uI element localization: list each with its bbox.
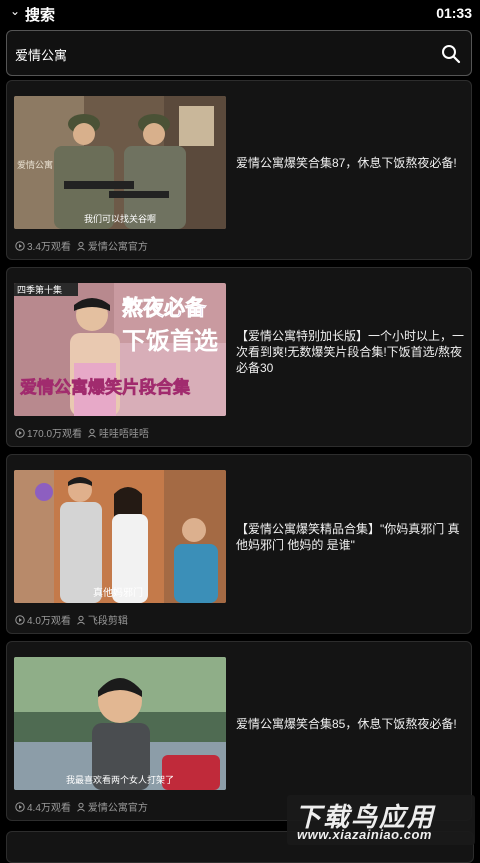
thumb-caption: 我们可以找关谷啊: [84, 213, 156, 225]
video-card[interactable]: 四季第十集 熬夜必备 下饭首选 爱情公寓爆笑片段合集 【爱情公寓特别加长版】一个…: [6, 267, 472, 447]
user-icon: [77, 241, 85, 251]
video-meta: 3.4万观看 爱情公寓官方: [15, 238, 148, 253]
user-icon: [77, 615, 85, 625]
author-name[interactable]: 爱情公寓官方: [88, 238, 148, 253]
video-meta: 170.0万观看 哇哇唔哇唔: [15, 425, 149, 440]
thumb-overlay-1: 熬夜必备: [122, 296, 207, 320]
video-card[interactable]: 我最喜欢看两个女人打架了 爱情公寓爆笑合集85，休息下饭熬夜必备! 4.4万观看…: [6, 641, 472, 821]
view-count: 4.0万观看: [27, 616, 71, 627]
user-icon: [77, 802, 85, 812]
video-thumbnail[interactable]: 四季第十集 熬夜必备 下饭首选 爱情公寓爆笑片段合集: [14, 283, 226, 416]
author-name[interactable]: 飞段剪辑: [88, 612, 128, 627]
author-name[interactable]: 爱情公寓官方: [88, 799, 148, 814]
video-title[interactable]: 爱情公寓爆笑合集87，休息下饭熬夜必备!: [236, 155, 466, 171]
thumb-overlay-2: 下饭首选: [122, 327, 218, 355]
video-title[interactable]: 【爱情公寓特别加长版】一个小时以上，一次看到爽!无数爆笑片段合集!下饭首选/熬夜…: [236, 328, 466, 376]
thumb-caption: 我最喜欢看两个女人打架了: [66, 774, 174, 786]
thumb-badge: 四季第十集: [17, 284, 62, 296]
thumb-tag: 爱情公寓: [17, 159, 53, 171]
search-icon[interactable]: [441, 44, 461, 64]
search-box[interactable]: 爱情公寓: [6, 30, 472, 76]
video-meta: 4.0万观看 飞段剪辑: [15, 612, 128, 627]
author-name[interactable]: 哇哇唔哇唔: [99, 425, 149, 440]
video-thumbnail[interactable]: 真他妈邪门: [14, 470, 226, 603]
play-count-icon: [15, 427, 25, 438]
video-title[interactable]: 爱情公寓爆笑合集85，休息下饭熬夜必备!: [236, 716, 466, 732]
status-time: 01:33: [436, 5, 472, 21]
top-bar: ⌄ 搜索 01:33: [0, 0, 480, 28]
view-count: 3.4万观看: [27, 242, 71, 253]
video-thumbnail[interactable]: 爱情公寓 我们可以找关谷啊: [14, 96, 226, 229]
video-title[interactable]: 【爱情公寓爆笑精品合集】"你妈真邪门 真他妈邪门 他妈的 是谁": [236, 521, 466, 553]
thumb-caption: 真他妈邪门: [93, 586, 143, 599]
back-chevron-icon[interactable]: ⌄: [10, 4, 20, 18]
page-title[interactable]: 搜索: [25, 4, 55, 25]
watermark-url: www.xiazainiao.com: [297, 827, 432, 842]
watermark: 下载鸟应用 www.xiazainiao.com: [287, 795, 475, 845]
video-thumbnail[interactable]: 我最喜欢看两个女人打架了: [14, 657, 226, 790]
view-count: 4.4万观看: [27, 803, 71, 814]
video-card[interactable]: 爱情公寓 我们可以找关谷啊 爱情公寓爆笑合集87，休息下饭熬夜必备! 3.4万观…: [6, 80, 472, 260]
search-input[interactable]: 爱情公寓: [15, 45, 67, 64]
view-count: 170.0万观看: [27, 429, 83, 440]
play-count-icon: [15, 801, 25, 812]
video-card[interactable]: 真他妈邪门 【爱情公寓爆笑精品合集】"你妈真邪门 真他妈邪门 他妈的 是谁" 4…: [6, 454, 472, 634]
play-count-icon: [15, 240, 25, 251]
play-count-icon: [15, 614, 25, 625]
user-icon: [88, 428, 96, 438]
thumb-overlay-3: 爱情公寓爆笑片段合集: [20, 377, 191, 398]
video-meta: 4.4万观看 爱情公寓官方: [15, 799, 148, 814]
